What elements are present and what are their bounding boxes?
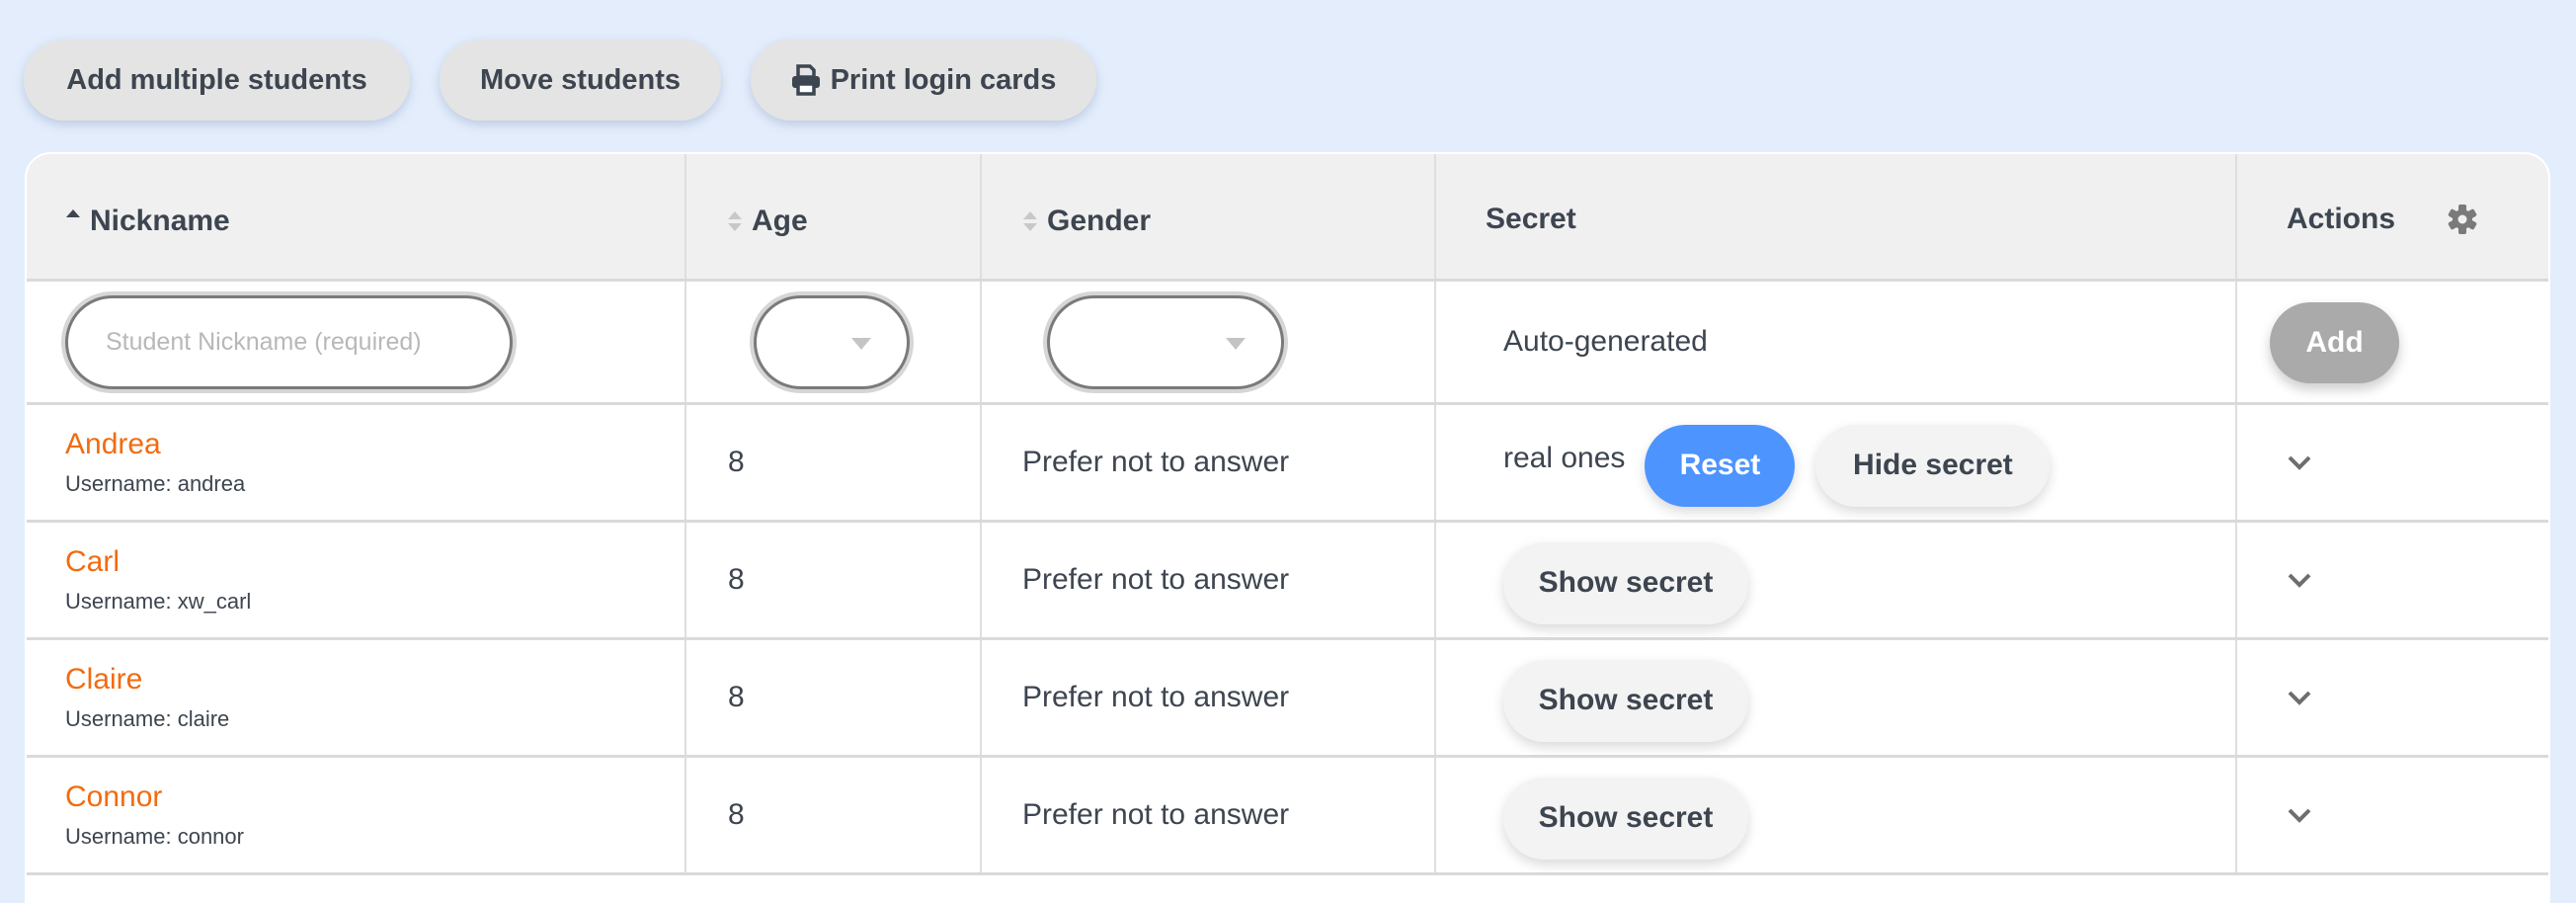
student-age: 8 — [728, 563, 745, 596]
table-row: Andrea Username: andrea 8 Prefer not to … — [27, 405, 2548, 523]
actions-cell — [2237, 640, 2548, 755]
table-row: Connor Username: connor 8 Prefer not to … — [27, 758, 2548, 875]
actions-cell — [2237, 405, 2548, 520]
printer-icon — [791, 64, 820, 96]
show-secret-label: Show secret — [1538, 566, 1714, 599]
table-row: Carl Username: xw_carl 8 Prefer not to a… — [27, 523, 2548, 640]
new-actions-cell: Add — [2237, 282, 2548, 402]
nickname-cell: Andrea Username: andrea — [27, 405, 686, 520]
student-name-link[interactable]: Connor — [65, 780, 244, 814]
gender-cell: Prefer not to answer — [982, 405, 1436, 520]
show-secret-button[interactable]: Show secret — [1503, 541, 1748, 624]
header-gender-label: Gender — [1047, 205, 1152, 237]
student-name-link[interactable]: Carl — [65, 545, 251, 579]
new-age-cell — [686, 282, 982, 402]
add-multiple-students-label: Add multiple students — [66, 63, 367, 96]
sort-ascending-icon — [66, 209, 80, 217]
student-username: Username: claire — [65, 706, 230, 731]
header-gender[interactable]: Gender — [982, 154, 1436, 279]
header-nickname[interactable]: Nickname — [27, 154, 686, 279]
chevron-down-icon[interactable] — [2287, 806, 2312, 824]
gender-select[interactable] — [1047, 294, 1284, 389]
student-gender: Prefer not to answer — [1022, 798, 1290, 831]
student-username: Username: xw_carl — [65, 589, 252, 614]
secret-cell: Show secret — [1436, 523, 2237, 637]
nickname-cell: Connor Username: connor — [27, 758, 686, 872]
age-select[interactable] — [754, 294, 910, 389]
student-username: Username: connor — [65, 824, 244, 849]
reset-secret-button[interactable]: Reset — [1645, 424, 1796, 507]
student-gender: Prefer not to answer — [1022, 446, 1290, 478]
chevron-down-icon[interactable] — [2287, 571, 2312, 589]
move-students-button[interactable]: Move students — [440, 40, 721, 121]
gender-cell: Prefer not to answer — [982, 640, 1436, 755]
header-actions: Actions — [2237, 154, 2548, 279]
show-secret-label: Show secret — [1538, 801, 1714, 834]
show-secret-button[interactable]: Show secret — [1503, 659, 1748, 742]
new-student-row: Auto-generated Add — [27, 282, 2548, 405]
nickname-cell: Claire Username: claire — [27, 640, 686, 755]
show-secret-label: Show secret — [1538, 684, 1714, 716]
student-nickname-input[interactable] — [65, 294, 513, 389]
student-name-link[interactable]: Claire — [65, 663, 229, 697]
hide-secret-button[interactable]: Hide secret — [1815, 424, 2051, 507]
gear-icon[interactable] — [2447, 204, 2478, 235]
new-nickname-cell — [27, 282, 686, 402]
secret-cell: Show secret — [1436, 640, 2237, 755]
header-secret-label: Secret — [1486, 203, 1576, 235]
header-age[interactable]: Age — [686, 154, 982, 279]
age-cell: 8 — [686, 523, 982, 637]
gender-cell: Prefer not to answer — [982, 523, 1436, 637]
nickname-cell: Carl Username: xw_carl — [27, 523, 686, 637]
student-name-link[interactable]: Andrea — [65, 428, 245, 461]
age-cell: 8 — [686, 640, 982, 755]
secret-cell: Show secret — [1436, 758, 2237, 872]
student-age: 8 — [728, 681, 745, 713]
chevron-down-icon — [1226, 337, 1246, 350]
chevron-down-icon[interactable] — [2287, 453, 2312, 471]
secret-cell: real ones Reset Hide secret — [1436, 405, 2237, 520]
auto-generated-text: Auto-generated — [1503, 325, 1708, 358]
student-age: 8 — [728, 798, 745, 831]
actions-cell — [2237, 523, 2548, 637]
table-header: Nickname Age Gender Secret Actions — [27, 154, 2548, 282]
actions-cell — [2237, 758, 2548, 872]
reset-secret-label: Reset — [1679, 449, 1761, 481]
print-login-cards-button[interactable]: Print login cards — [751, 40, 1096, 121]
new-secret-cell: Auto-generated — [1436, 282, 2237, 402]
add-student-label: Add — [2305, 326, 2364, 359]
student-username: Username: andrea — [65, 471, 246, 496]
gender-cell: Prefer not to answer — [982, 758, 1436, 872]
header-nickname-label: Nickname — [90, 205, 230, 237]
table-row: Claire Username: claire 8 Prefer not to … — [27, 640, 2548, 758]
age-cell: 8 — [686, 758, 982, 872]
sort-icon — [1023, 211, 1037, 231]
hide-secret-label: Hide secret — [1853, 449, 2013, 481]
show-secret-button[interactable]: Show secret — [1503, 777, 1748, 860]
chevron-down-icon[interactable] — [2287, 689, 2312, 706]
print-login-cards-label: Print login cards — [830, 63, 1057, 96]
chevron-down-icon — [851, 337, 871, 350]
student-gender: Prefer not to answer — [1022, 681, 1290, 713]
student-age: 8 — [728, 446, 745, 478]
age-cell: 8 — [686, 405, 982, 520]
sort-icon — [728, 211, 742, 231]
student-secret: real ones — [1503, 442, 1626, 474]
student-gender: Prefer not to answer — [1022, 563, 1290, 596]
header-secret: Secret — [1436, 154, 2237, 279]
add-multiple-students-button[interactable]: Add multiple students — [24, 40, 410, 121]
header-actions-label: Actions — [2287, 203, 2396, 235]
header-age-label: Age — [752, 205, 808, 237]
students-table: Nickname Age Gender Secret Actions Stude… — [25, 152, 2550, 903]
move-students-label: Move students — [479, 63, 682, 96]
add-student-button[interactable]: Add — [2270, 302, 2399, 383]
new-gender-cell — [982, 282, 1436, 402]
